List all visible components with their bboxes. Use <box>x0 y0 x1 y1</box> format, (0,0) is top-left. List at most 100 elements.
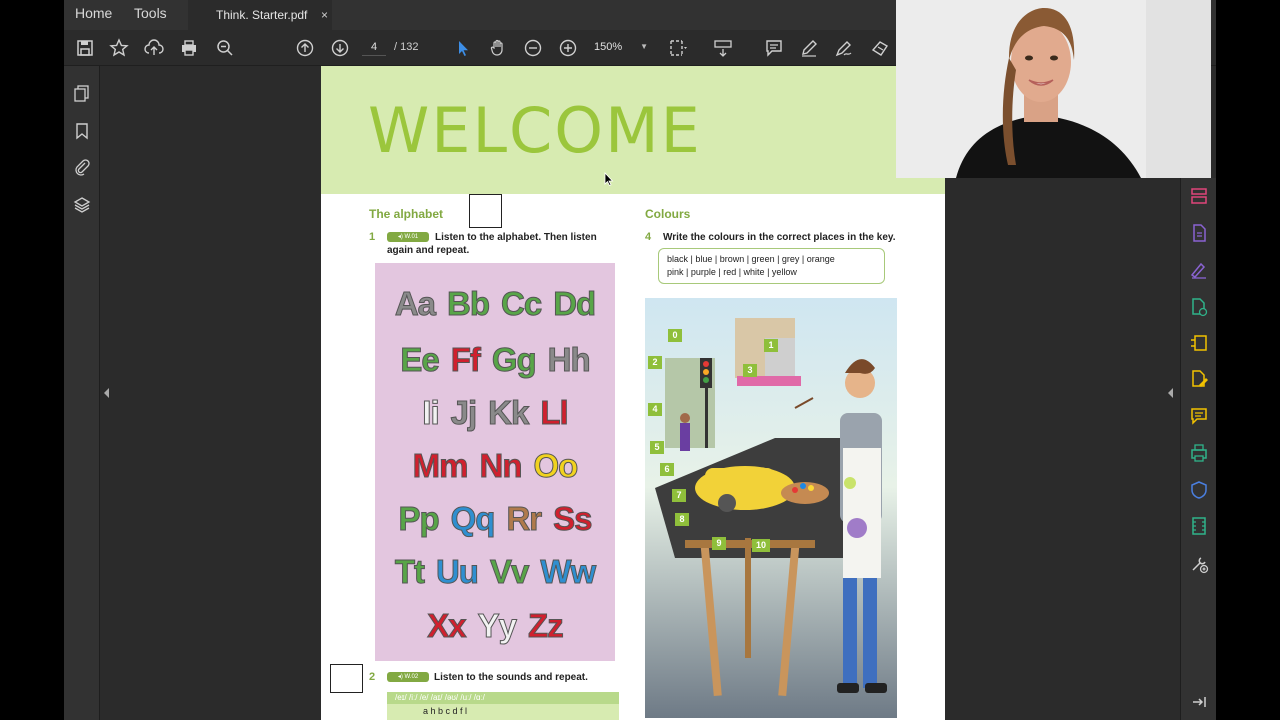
pen-icon[interactable] <box>799 38 819 58</box>
close-tab-icon[interactable]: × <box>321 0 328 30</box>
exercise-2-instruction: Listen to the sounds and repeat. <box>434 672 588 683</box>
collapse-left-panel-icon[interactable] <box>104 388 109 398</box>
right-tools-rail <box>1180 178 1216 720</box>
exercise-1-instruction: Listen to the alphabet. Then listen agai… <box>387 232 597 256</box>
alphabet-letter-pair: Xx <box>427 607 467 645</box>
alphabet-letter-pair: Ee <box>400 341 440 379</box>
page-up-icon[interactable] <box>295 38 315 58</box>
collapse-right-panel-icon[interactable] <box>1168 388 1173 398</box>
answer-box[interactable] <box>469 194 502 228</box>
share-icon[interactable] <box>870 38 890 58</box>
hand-icon[interactable] <box>488 38 508 58</box>
comment-icon[interactable] <box>764 38 784 58</box>
zoom-in-icon[interactable] <box>558 38 578 58</box>
audio-track-label-2: W.02 <box>404 674 419 680</box>
presenter-video-image <box>896 0 1211 178</box>
zoom-level-select[interactable]: 150% ▼ <box>594 38 648 56</box>
street-painting-image <box>645 298 897 718</box>
alphabet-letter-pair: Jj <box>450 394 477 432</box>
chevron-down-icon: ▼ <box>640 42 648 51</box>
alphabet-row: Mm Nn Oo <box>375 447 615 485</box>
phonetics-row: a h b c d f l <box>423 706 468 716</box>
audio-badge-w02[interactable]: ◂) W.02 <box>387 672 429 682</box>
phonetics-table: /eɪ/ /iː/ /e/ /aɪ/ /əʊ/ /uː/ /ɑː/ a h b … <box>387 692 619 720</box>
alphabet-letter-pair: Gg <box>491 341 537 379</box>
alphabet-letter-pair: Ss <box>553 500 593 538</box>
alphabet-letter-pair: Hh <box>547 341 591 379</box>
menu-tools[interactable]: Tools <box>134 5 167 21</box>
alphabet-letter-pair: Ff <box>450 341 481 379</box>
zoom-out-icon[interactable] <box>523 38 543 58</box>
sign-icon[interactable] <box>834 38 854 58</box>
select-cursor-icon[interactable] <box>453 38 473 58</box>
alphabet-heading: The alphabet <box>369 207 444 221</box>
zoom-level-value: 150% <box>594 41 623 53</box>
alphabet-letter-pair: Rr <box>506 500 543 538</box>
layers-icon[interactable] <box>73 196 91 214</box>
exercise-4-number: 4 <box>645 231 652 243</box>
document-tab[interactable]: Think. Starter.pdf × <box>188 0 332 30</box>
alphabet-letter-pair: Qq <box>450 500 496 538</box>
key-label-0: 0 <box>668 329 682 342</box>
zoom-out-magnifier-icon[interactable] <box>215 38 235 58</box>
edit-pdf-icon[interactable] <box>1189 369 1209 389</box>
current-page-input[interactable]: 4 <box>362 38 386 56</box>
alphabet-row: Ii Jj Kk Ll <box>375 394 615 432</box>
comment-tool-icon[interactable] <box>1189 406 1209 426</box>
phonetics-header: /eɪ/ /iː/ /e/ /aɪ/ /əʊ/ /uː/ /ɑː/ <box>387 692 619 704</box>
key-label-3: 3 <box>743 364 757 377</box>
print-icon[interactable] <box>179 38 199 58</box>
colour-key-box: black | blue | brown | green | grey | or… <box>658 248 885 284</box>
exercise-2-number: 2 <box>369 671 376 683</box>
document-tab-title: Think. Starter.pdf <box>216 8 308 22</box>
pdf-page: WELCOME The alphabet 1 ◂) W.01 Listen to… <box>321 66 945 720</box>
scroll-mode-icon[interactable] <box>713 38 733 58</box>
key-label-8: 8 <box>675 513 689 526</box>
answer-box-2[interactable] <box>330 664 363 693</box>
pages-icon[interactable] <box>73 84 91 102</box>
rich-media-icon[interactable] <box>1189 516 1209 536</box>
protect-icon[interactable] <box>1189 480 1209 500</box>
create-pdf-icon[interactable] <box>1189 297 1209 317</box>
alphabet-letter-pair: Pp <box>398 500 440 538</box>
alphabet-card: Aa Bb Cc Dd Ee Ff Gg Hh Ii Jj Kk Ll Mm Nn Oo Pp Qq Rr Ss Tt… <box>375 263 615 661</box>
more-tools-icon[interactable] <box>1189 554 1209 574</box>
attachment-icon[interactable] <box>73 158 91 176</box>
alphabet-row: Xx Yy Zz <box>375 607 615 645</box>
alphabet-letter-pair: Cc <box>500 285 542 323</box>
key-label-2: 2 <box>648 356 662 369</box>
colours-heading: Colours <box>645 207 691 221</box>
welcome-banner: WELCOME <box>321 66 945 194</box>
webcam-video-overlay <box>896 0 1211 178</box>
alphabet-row: Tt Uu Vv Ww <box>375 553 615 591</box>
alphabet-letter-pair: Mm <box>412 447 469 485</box>
alphabet-letter-pair: Ww <box>540 553 597 591</box>
print-production-icon[interactable] <box>1189 443 1209 463</box>
upload-icon[interactable] <box>144 38 164 58</box>
alphabet-letter-pair: Bb <box>447 285 491 323</box>
organize-pages-icon[interactable] <box>1189 186 1209 206</box>
save-icon[interactable] <box>75 38 95 58</box>
painting-illustration: 0 1 2 3 4 5 6 7 8 9 10 <box>645 298 897 718</box>
fill-sign-icon[interactable] <box>1189 260 1209 280</box>
alphabet-letter-pair: Kk <box>488 394 530 432</box>
screen: Home Tools Think. Starter.pdf × 4 / 132 … <box>0 0 1280 720</box>
key-label-5: 5 <box>650 441 664 454</box>
key-label-6: 6 <box>660 463 674 476</box>
alphabet-row: Pp Qq Rr Ss <box>375 500 615 538</box>
key-label-9: 9 <box>712 537 726 550</box>
key-label-1: 1 <box>764 339 778 352</box>
star-icon[interactable] <box>109 38 129 58</box>
alphabet-row: Ee Ff Gg Hh <box>375 341 615 379</box>
bookmark-icon[interactable] <box>73 122 91 140</box>
collapse-panel-icon[interactable] <box>1189 692 1209 712</box>
key-label-10: 10 <box>752 539 770 552</box>
export-pdf-icon[interactable] <box>1189 223 1209 243</box>
menu-home[interactable]: Home <box>75 5 112 21</box>
compress-icon[interactable] <box>1189 333 1209 353</box>
alphabet-letter-pair: Yy <box>477 607 517 645</box>
alphabet-letter-pair: Dd <box>553 285 597 323</box>
page-down-icon[interactable] <box>330 38 350 58</box>
alphabet-letter-pair: Nn <box>479 447 523 485</box>
fit-page-icon[interactable] <box>668 38 688 58</box>
